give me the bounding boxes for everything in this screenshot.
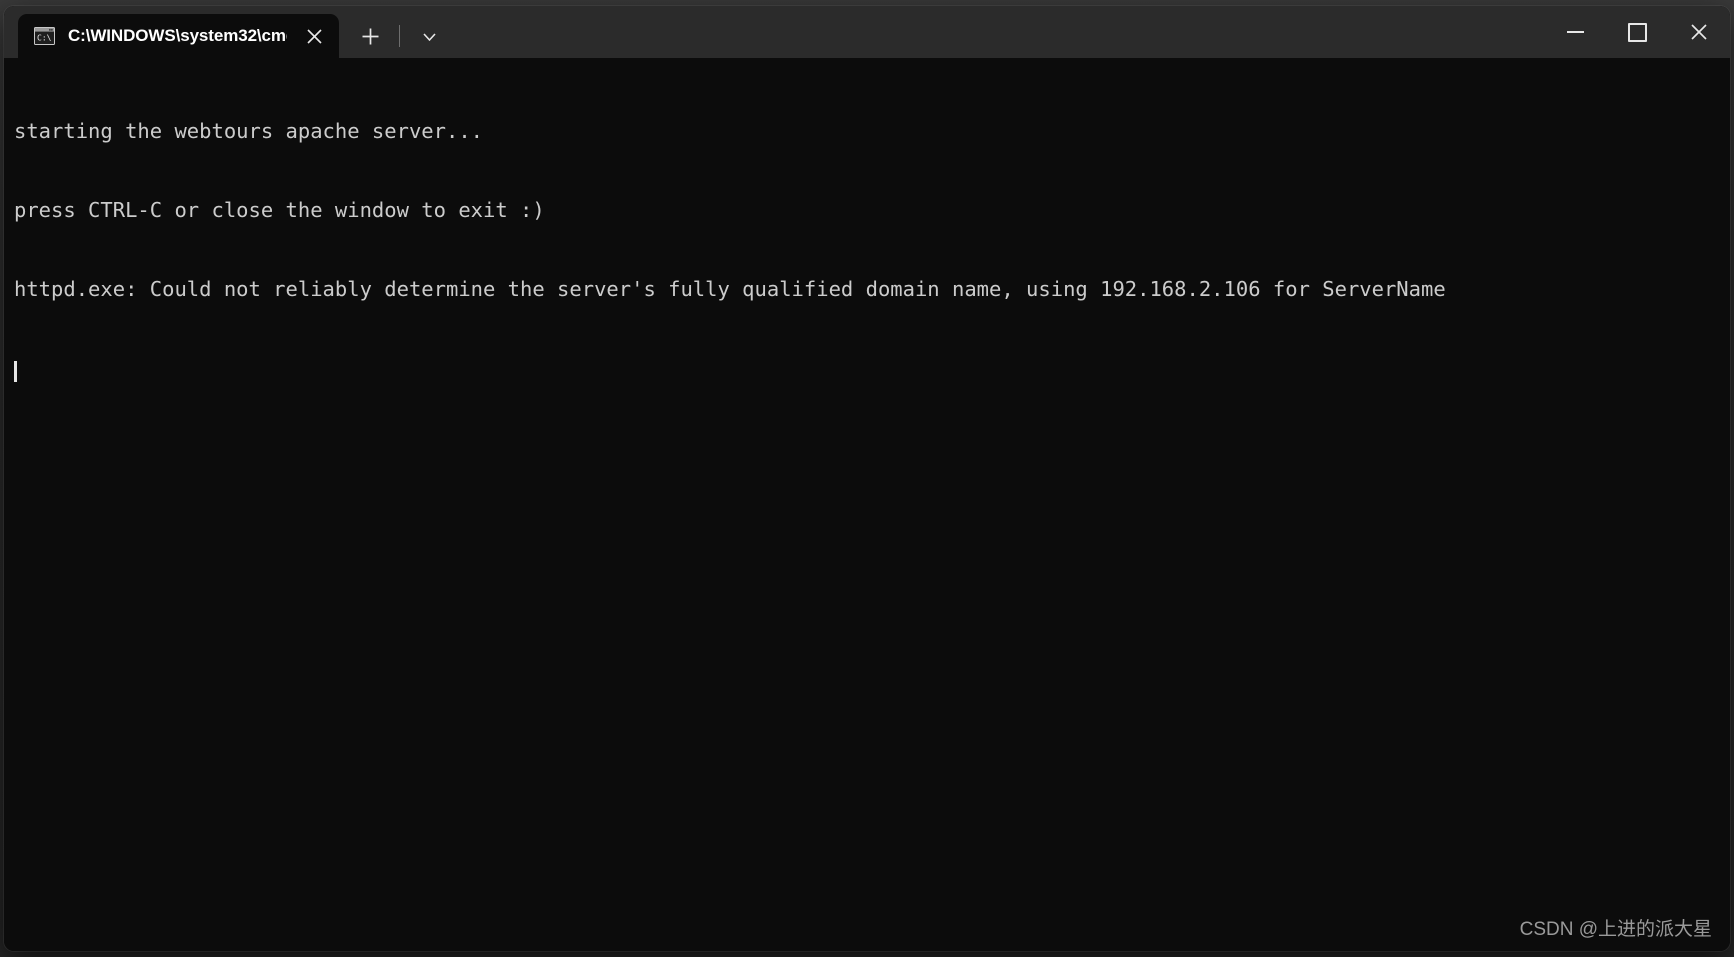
console-line: starting the webtours apache server... bbox=[14, 119, 483, 144]
console-output-area[interactable]: starting the webtours apache server... p… bbox=[4, 58, 1730, 951]
console-icon: C:\ bbox=[34, 27, 55, 45]
text-cursor bbox=[14, 361, 17, 383]
maximize-button[interactable] bbox=[1606, 6, 1668, 58]
close-button[interactable] bbox=[1668, 6, 1730, 58]
tab-actions bbox=[339, 14, 448, 58]
close-icon bbox=[1691, 24, 1707, 40]
window-controls bbox=[1544, 6, 1730, 58]
tab-close-icon[interactable] bbox=[295, 19, 333, 53]
new-tab-button[interactable] bbox=[351, 19, 389, 53]
console-prompt-line bbox=[14, 354, 1730, 383]
tab-strip: C:\ C:\WINDOWS\system32\cmd. bbox=[4, 6, 1544, 58]
console-text: starting the webtours apache server... p… bbox=[14, 66, 1730, 433]
toolbar-separator bbox=[399, 25, 400, 47]
maximize-icon bbox=[1627, 22, 1647, 42]
watermark: CSDN @上进的派大星 bbox=[1519, 919, 1712, 940]
desktop-background: C:\ C:\WINDOWS\system32\cmd. starting th… bbox=[0, 0, 1734, 957]
tab-title: C:\WINDOWS\system32\cmd. bbox=[68, 26, 287, 45]
minimize-icon bbox=[1566, 31, 1584, 33]
console-line: httpd.exe: Could not reliably determine … bbox=[14, 276, 1446, 301]
svg-text:C:\: C:\ bbox=[37, 33, 52, 42]
minimize-button[interactable] bbox=[1544, 6, 1606, 58]
title-bar[interactable]: C:\ C:\WINDOWS\system32\cmd. bbox=[4, 6, 1730, 58]
chevron-down-icon[interactable] bbox=[410, 19, 448, 53]
terminal-window: C:\ C:\WINDOWS\system32\cmd. starting th… bbox=[4, 6, 1730, 951]
console-line: press CTRL-C or close the window to exit… bbox=[14, 198, 545, 223]
tab-cmd[interactable]: C:\ C:\WINDOWS\system32\cmd. bbox=[18, 14, 339, 58]
